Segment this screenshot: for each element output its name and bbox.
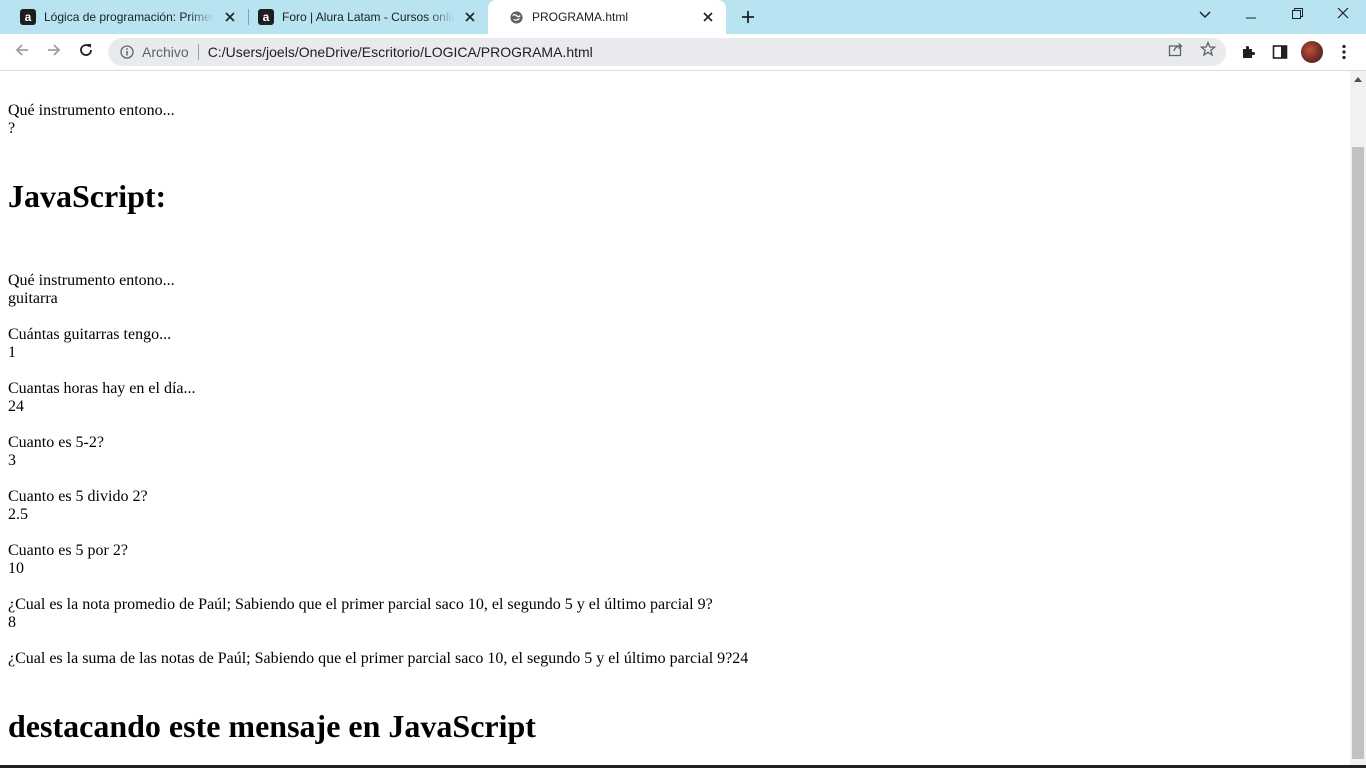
more-menu-icon[interactable] xyxy=(1335,43,1353,61)
globe-icon xyxy=(508,9,524,25)
close-icon[interactable] xyxy=(222,9,238,25)
close-window-button[interactable] xyxy=(1320,0,1366,30)
site-chip[interactable]: Archivo xyxy=(142,44,189,60)
answer-text: 8 xyxy=(8,614,16,631)
info-icon[interactable] xyxy=(120,45,134,59)
question-text: Cuanto es 5 por 2? xyxy=(8,542,128,559)
forward-button[interactable] xyxy=(40,38,68,66)
reload-button[interactable] xyxy=(72,38,100,66)
section-heading: JavaScript: xyxy=(8,178,167,214)
question-text: ¿Cual es la suma de las notas de Paúl; S… xyxy=(8,650,749,667)
arrow-right-icon xyxy=(46,42,62,63)
address-bar[interactable]: Archivo C:/Users/joels/OneDrive/Escritor… xyxy=(108,38,1226,66)
new-tab-button[interactable] xyxy=(736,5,760,29)
alura-icon: a xyxy=(258,9,274,25)
alura-icon: a xyxy=(20,9,36,25)
chevron-down-icon xyxy=(1199,6,1211,24)
answer-text: 10 xyxy=(8,560,24,577)
question-text: Qué instrumento entono... xyxy=(8,102,175,119)
page-viewport: Qué instrumento entono... ? JavaScript: … xyxy=(0,71,1350,768)
scroll-up-button[interactable] xyxy=(1350,71,1366,87)
question-text: Cuanto es 5-2? xyxy=(8,434,104,451)
question-text: Cuántas guitarras tengo... xyxy=(8,326,172,343)
tab-title: Foro | Alura Latam - Cursos online xyxy=(282,10,454,24)
tab-strip: a Lógica de programación: Primeros pasos… xyxy=(0,0,1366,34)
tab-foro[interactable]: a Foro | Alura Latam - Cursos online xyxy=(238,0,488,34)
divider xyxy=(197,44,199,60)
browser-toolbar: Archivo C:/Users/joels/OneDrive/Escritor… xyxy=(0,34,1366,71)
tab-programa[interactable]: PROGRAMA.html xyxy=(488,0,726,34)
answer-text: 24 xyxy=(8,398,24,415)
scrollbar-thumb[interactable] xyxy=(1352,147,1364,759)
answer-text: 1 xyxy=(8,344,16,361)
restore-button[interactable] xyxy=(1274,0,1320,30)
tab-search-button[interactable] xyxy=(1182,0,1228,30)
question-text: Cuantas horas hay en el día... xyxy=(8,380,196,397)
extensions-icon[interactable] xyxy=(1239,43,1257,61)
star-icon[interactable] xyxy=(1200,41,1216,57)
answer-text: 2.5 xyxy=(8,506,28,523)
vertical-scrollbar[interactable] xyxy=(1350,71,1366,768)
answer-text: guitarra xyxy=(8,290,58,307)
question-text: ¿Cual es la nota promedio de Paúl; Sabie… xyxy=(8,596,713,613)
side-panel-icon[interactable] xyxy=(1271,43,1289,61)
profile-avatar[interactable] xyxy=(1301,41,1323,63)
close-icon[interactable] xyxy=(462,9,478,25)
section-heading: destacando este mensaje en JavaScript xyxy=(8,708,536,744)
restore-icon xyxy=(1291,6,1303,24)
reload-icon xyxy=(78,42,94,63)
url-text[interactable]: C:/Users/joels/OneDrive/Escritorio/LOGIC… xyxy=(208,44,1226,60)
tab-title: PROGRAMA.html xyxy=(532,10,629,24)
arrow-left-icon xyxy=(14,42,30,63)
back-button[interactable] xyxy=(8,38,36,66)
minimize-button[interactable] xyxy=(1228,0,1274,30)
question-text: Qué instrumento entono... xyxy=(8,272,175,289)
question-text: Cuanto es 5 divido 2? xyxy=(8,488,148,505)
close-icon xyxy=(1337,6,1349,24)
tab-title: Lógica de programación: Primeros pasos xyxy=(44,10,214,24)
answer-text: ? xyxy=(8,120,16,137)
tab-logica[interactable]: a Lógica de programación: Primeros pasos xyxy=(0,0,248,34)
minimize-icon xyxy=(1246,6,1256,24)
answer-text: 3 xyxy=(8,452,16,469)
share-icon[interactable] xyxy=(1168,41,1184,57)
close-icon[interactable] xyxy=(700,9,716,25)
